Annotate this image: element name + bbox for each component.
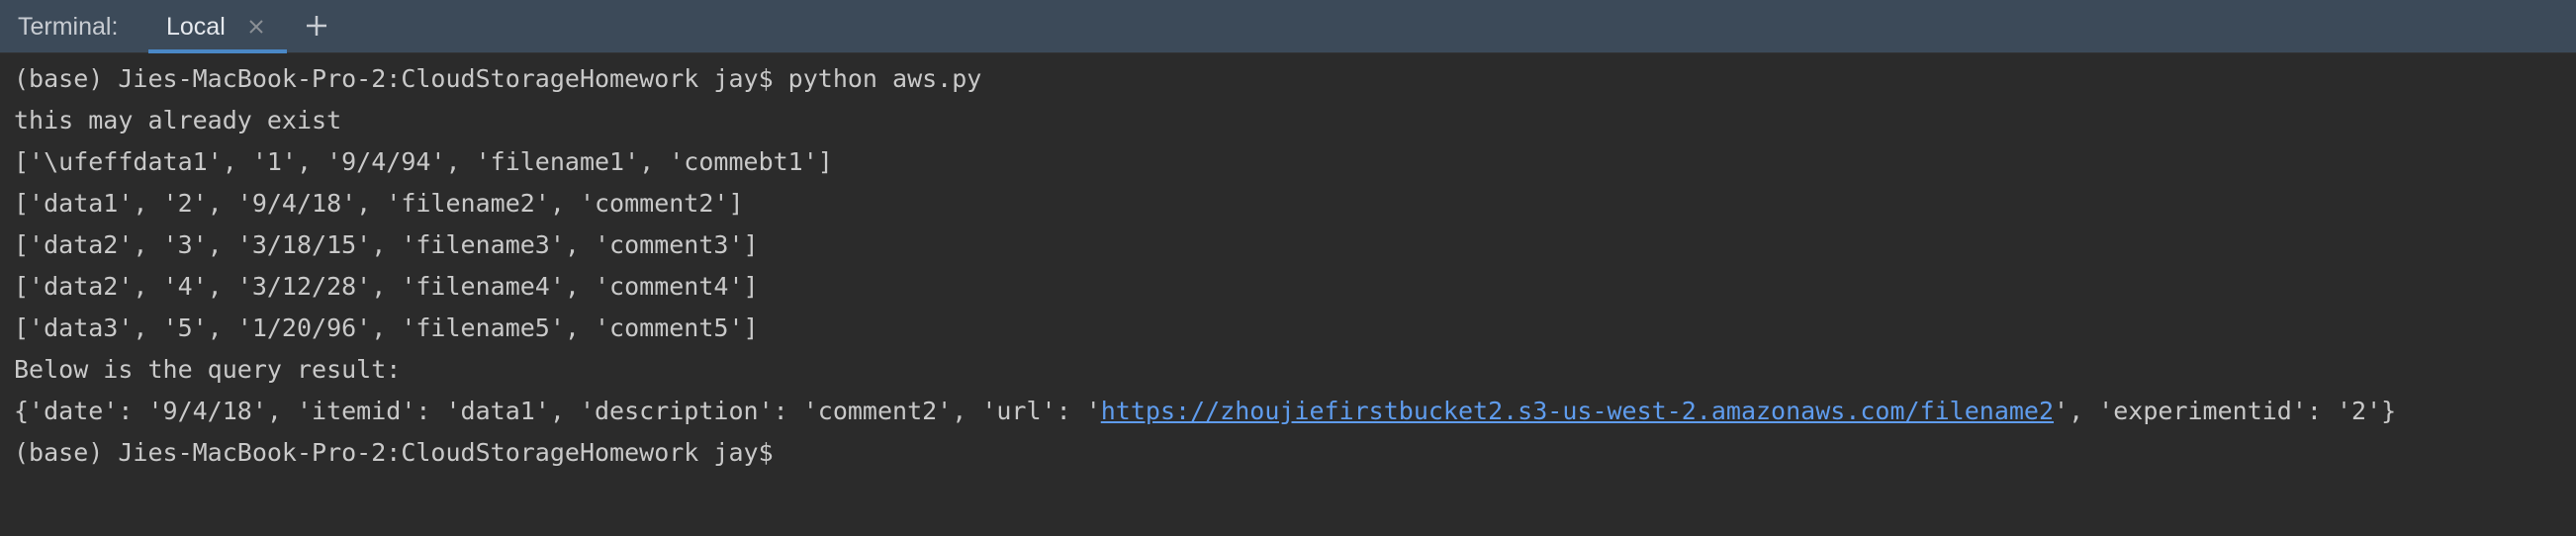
terminal-window: Terminal: Local (base) Jies-MacBook-Pro-… [0,0,2576,536]
terminal-line-output: ['\ufeffdata1', '1', '9/4/94', 'filename… [14,147,833,176]
terminal-line-output: ['data2', '4', '3/12/28', 'filename4', '… [14,272,759,301]
close-icon[interactable] [243,14,269,40]
terminal-line-output: this may already exist [14,106,342,134]
terminal-output[interactable]: (base) Jies-MacBook-Pro-2:CloudStorageHo… [0,53,2576,536]
terminal-tab-bar: Terminal: Local [0,0,2576,53]
query-result-prefix: {'date': '9/4/18', 'itemid': 'data1', 'd… [14,397,1101,425]
url-link[interactable]: https://zhoujiefirstbucket2.s3-us-west-2… [1101,397,2054,425]
terminal-title: Terminal: [18,13,119,41]
terminal-prompt: (base) Jies-MacBook-Pro-2:CloudStorageHo… [14,438,774,467]
terminal-line-output: ['data2', '3', '3/18/15', 'filename3', '… [14,230,759,259]
terminal-line-output: ['data1', '2', '9/4/18', 'filename2', 'c… [14,189,744,218]
plus-icon[interactable] [302,11,331,41]
tab-local-label: Local [166,13,226,41]
terminal-line-query-header: Below is the query result: [14,355,402,384]
query-result-suffix: ', 'experimentid': '2'} [2054,397,2397,425]
terminal-line-output: ['data3', '5', '1/20/96', 'filename5', '… [14,313,759,342]
terminal-line-query-result: {'date': '9/4/18', 'itemid': 'data1', 'd… [14,394,2396,429]
terminal-line-command: (base) Jies-MacBook-Pro-2:CloudStorageHo… [14,64,982,93]
tab-local[interactable]: Local [148,0,287,53]
